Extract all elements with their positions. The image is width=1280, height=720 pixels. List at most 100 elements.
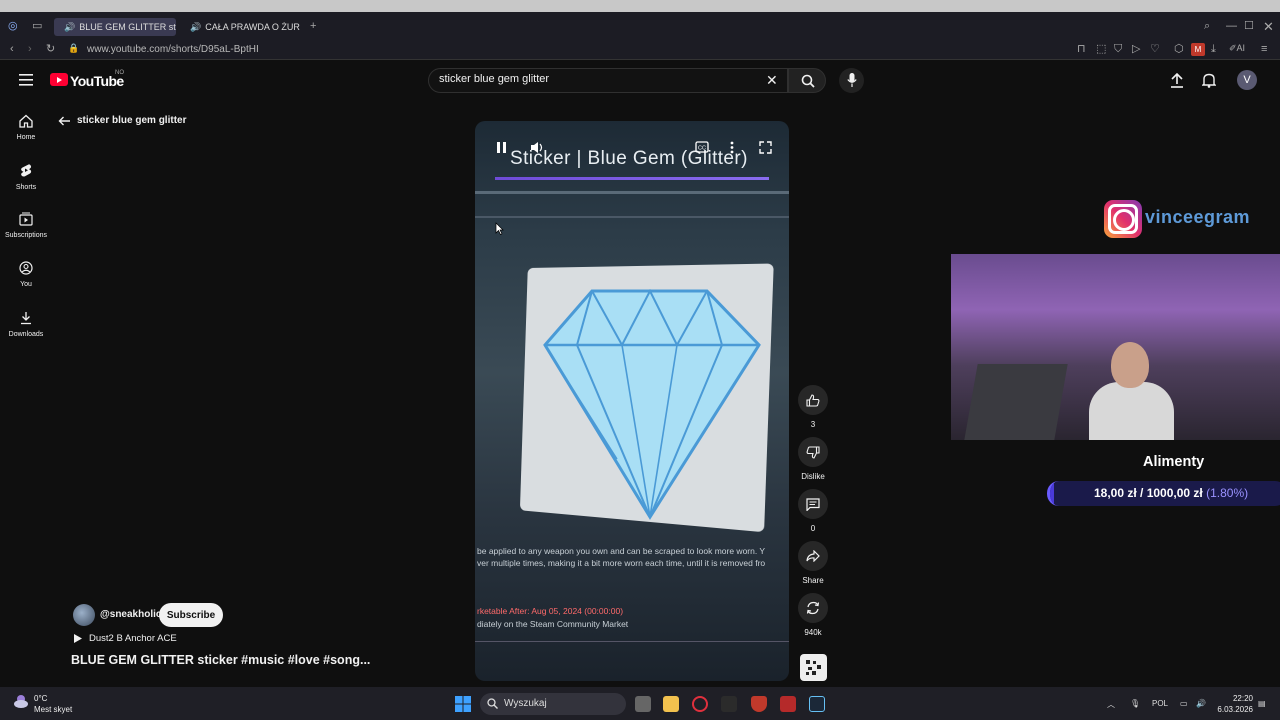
file-explorer-icon[interactable] — [663, 696, 679, 712]
shield-icon[interactable]: ⛉ — [1114, 44, 1122, 55]
back-icon[interactable]: ‹ — [10, 44, 14, 55]
svg-text:CC: CC — [698, 146, 706, 152]
account-avatar[interactable]: V — [1237, 70, 1257, 90]
language-indicator[interactable]: POL — [1152, 699, 1168, 708]
like-button[interactable]: 3 — [797, 385, 829, 429]
m-extension-icon[interactable]: M — [1191, 43, 1205, 56]
speaker-icon: 🔊 — [190, 21, 202, 32]
music-thumbnail[interactable] — [800, 654, 827, 681]
back-to-search[interactable]: sticker blue gem glitter — [58, 115, 186, 126]
instagram-handle: vinceegram — [1145, 207, 1251, 227]
extensions-icon[interactable]: ⬡ — [1174, 44, 1184, 55]
mouse-cursor-icon — [495, 222, 504, 235]
volume-tray-icon[interactable]: 🔊 — [1196, 699, 1206, 708]
play-icon — [74, 634, 82, 643]
video-title[interactable]: BLUE GEM GLITTER sticker #music #love #s… — [71, 653, 370, 667]
bookmark-icon[interactable]: ⊓ — [1077, 44, 1086, 55]
close-window-button[interactable]: ✕ — [1263, 20, 1274, 33]
youtube-logo-icon[interactable] — [50, 73, 68, 86]
search-button[interactable] — [788, 68, 826, 93]
notification-center-icon[interactable]: ▤ — [1258, 699, 1266, 708]
hamburger-menu-icon[interactable] — [19, 74, 33, 86]
desk-shape — [964, 364, 1068, 440]
streaming-app-icon[interactable] — [721, 696, 737, 712]
search-icon — [487, 698, 498, 709]
dislike-button[interactable]: Dislike — [797, 437, 829, 481]
voicemeeter-icon[interactable] — [780, 696, 796, 712]
upload-icon[interactable] — [1170, 73, 1184, 88]
shield-app-icon[interactable] — [751, 696, 767, 712]
sidebar-item-you[interactable]: You — [0, 261, 52, 288]
pause-icon[interactable] — [496, 141, 507, 154]
task-view-icon[interactable] — [635, 696, 651, 712]
comments-button[interactable]: 0 — [797, 489, 829, 533]
sidebar-item-label: Subscriptions — [4, 232, 48, 239]
remix-count: 940k — [804, 628, 822, 637]
menu-icon[interactable]: ≡ — [1261, 44, 1267, 55]
captions-icon[interactable]: CC — [695, 141, 709, 153]
sidebar-item-label: Downloads — [8, 331, 44, 338]
tab-label: CAŁA PRAWDA O ŻUR — [205, 22, 300, 32]
more-options-icon[interactable] — [730, 141, 734, 154]
browser-tab-bar: ◎ ▭ 🔊 BLUE GEM GLITTER st 🔊 CAŁA PRAWDA … — [0, 12, 1280, 40]
browser-logo-icon[interactable]: ◎ — [8, 21, 18, 32]
volume-icon[interactable] — [530, 141, 544, 154]
download-icon — [21, 312, 31, 325]
donation-goal-amount: 18,00 zł / 1000,00 zł — [1094, 486, 1203, 500]
clear-search-icon[interactable]: ✕ — [766, 72, 778, 89]
search-tabs-icon[interactable]: ⌕ — [1204, 21, 1210, 32]
sidebar-item-downloads[interactable]: Downloads — [0, 311, 52, 338]
download-browser-icon[interactable]: ⤓ — [1211, 44, 1216, 55]
sidebar-item-subscriptions[interactable]: Subscriptions — [0, 212, 52, 239]
reload-icon[interactable]: ↻ — [46, 44, 55, 55]
arrow-left-icon — [58, 116, 70, 125]
remix-button[interactable]: 940k — [797, 593, 829, 637]
new-tab-button[interactable]: + — [310, 21, 316, 32]
url-field[interactable]: www.youtube.com/shorts/D95aL-BptHI — [87, 44, 259, 55]
channel-avatar[interactable] — [73, 604, 95, 626]
sidebar-item-label: Shorts — [15, 184, 37, 191]
taskbar-search[interactable] — [480, 693, 626, 715]
donation-goal-percent: (1.80%) — [1206, 486, 1249, 500]
maximize-button[interactable]: ☐ — [1244, 21, 1254, 32]
search-input[interactable] — [439, 73, 759, 85]
music-link[interactable]: Dust2 B Anchor ACE — [73, 633, 177, 644]
music-title: Dust2 B Anchor ACE — [89, 633, 177, 644]
shorts-video-player[interactable]: Sticker | Blue Gem (Glitter) be applied … — [475, 121, 789, 681]
snapshot-icon[interactable]: ⬚ — [1096, 44, 1106, 55]
share-button[interactable]: Share — [797, 541, 829, 585]
sidebar-item-shorts[interactable]: Shorts — [0, 163, 52, 191]
play-icon[interactable]: ▷ — [1132, 44, 1140, 55]
comment-count: 0 — [810, 524, 816, 533]
notifications-bell-icon[interactable] — [1202, 73, 1216, 88]
clock-date: 6.03.2026 — [1217, 705, 1253, 714]
tab-manager-icon[interactable]: ▭ — [32, 21, 42, 32]
tray-expand-icon[interactable]: ︿ — [1107, 699, 1115, 710]
tray-mic-icon[interactable]: 🎙 — [1130, 699, 1140, 708]
sidebar-item-home[interactable]: Home — [0, 114, 52, 141]
microphone-icon — [847, 73, 857, 87]
weather-widget[interactable]: 0°C Mest skyet — [34, 693, 72, 715]
network-icon[interactable]: ▭ — [1180, 699, 1188, 708]
ai-icon[interactable]: ✐AI — [1229, 44, 1245, 53]
tab-blue-gem[interactable]: 🔊 BLUE GEM GLITTER st — [54, 18, 176, 36]
forward-icon[interactable]: › — [28, 44, 32, 55]
subscriptions-icon — [19, 212, 33, 226]
video-overlay-title: Sticker | Blue Gem (Glitter) — [510, 148, 748, 169]
voice-search-button[interactable] — [839, 68, 864, 93]
minimize-button[interactable]: — — [1226, 21, 1237, 32]
thumbs-down-icon — [806, 445, 820, 459]
tab-cala-prawda[interactable]: 🔊 CAŁA PRAWDA O ŻUR — [180, 18, 304, 36]
donation-goal-text: 18,00 zł / 1000,00 zł (1.80%) — [1094, 486, 1248, 500]
sidebar-item-label: Home — [16, 134, 36, 141]
subscribe-button[interactable]: Subscribe — [159, 603, 223, 627]
fullscreen-icon[interactable] — [759, 141, 772, 154]
heart-icon[interactable]: ♡ — [1150, 44, 1160, 55]
weather-cloud-icon[interactable] — [12, 692, 30, 710]
opera-browser-icon[interactable] — [692, 696, 708, 712]
channel-handle[interactable]: @sneakholic — [100, 609, 161, 620]
donation-goal-fill — [1050, 481, 1055, 506]
steam-icon[interactable] — [809, 696, 825, 712]
windows-start-icon[interactable] — [455, 696, 471, 712]
system-clock[interactable]: 22:20 6.03.2026 — [1217, 693, 1253, 715]
